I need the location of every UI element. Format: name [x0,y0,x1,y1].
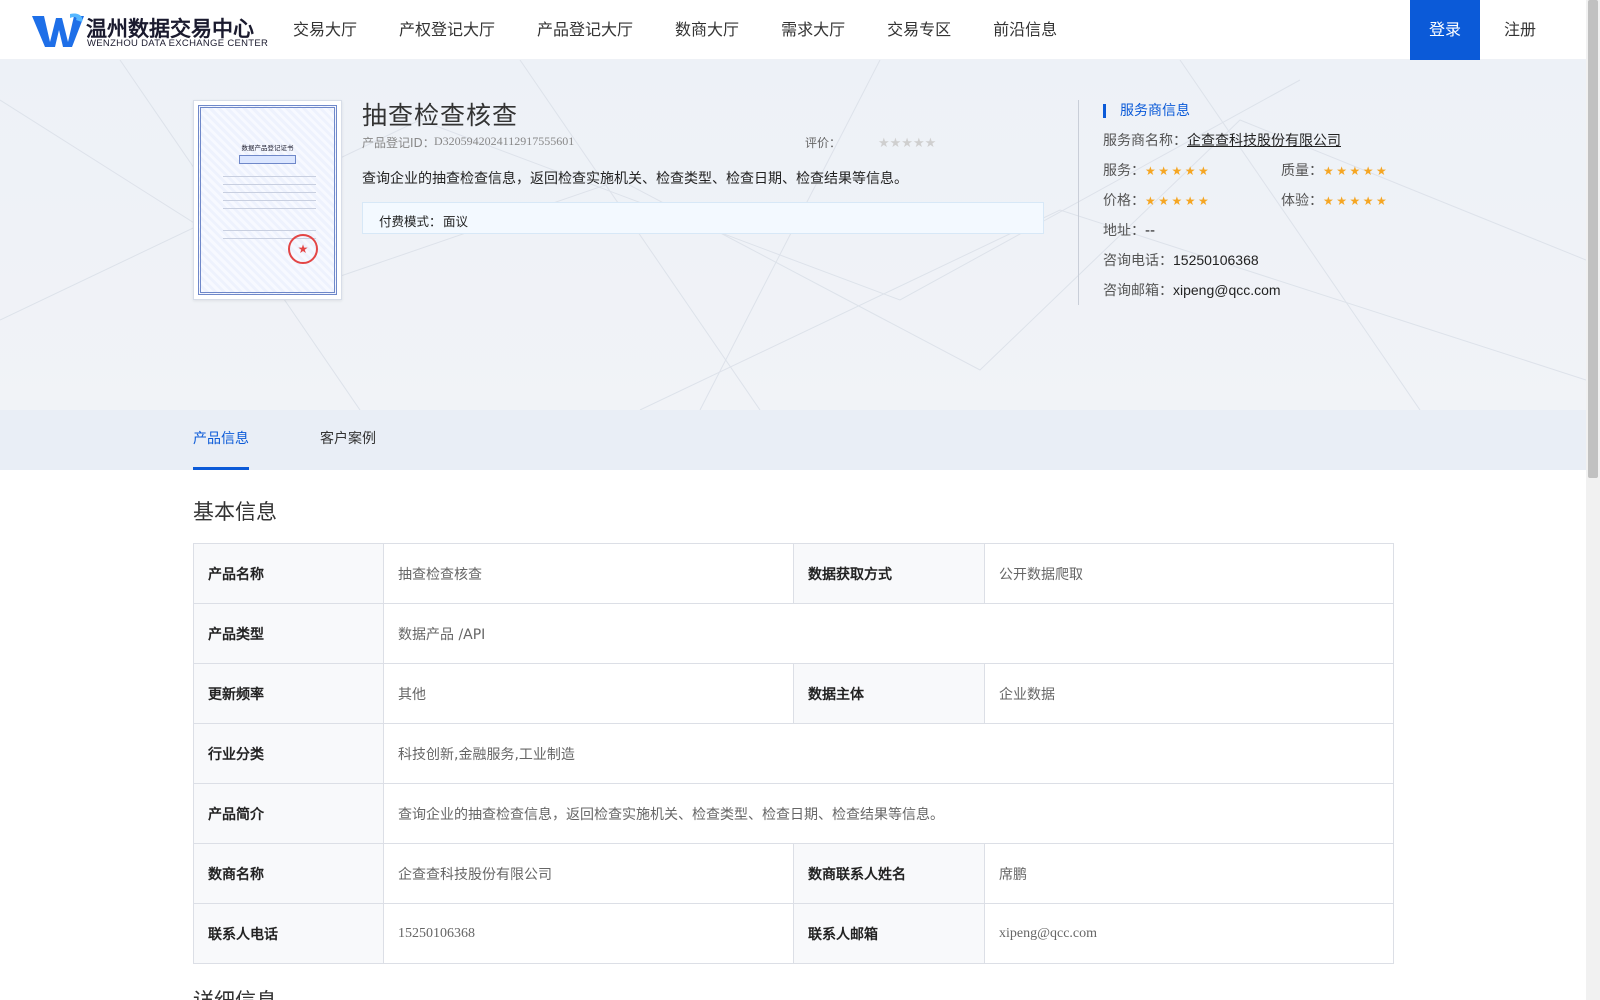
product-title: 抽查检查核查 [362,101,519,130]
hero-divider [1078,100,1079,305]
product-summary-value: 查询企业的抽查检查信息，返回检查实施机关、检查类型、检查日期、检查结果等信息。 [383,783,1394,844]
main-nav: 交易大厅 产权登记大厅 产品登记大厅 数商大厅 需求大厅 交易专区 前沿信息 [272,0,1078,60]
service-stars-icon: ★★★★★ [1145,164,1212,178]
contact-email-value: xipeng@qcc.com [984,903,1394,964]
rating-label: 评价： [805,136,842,150]
merchant-contact-label: 数商联系人姓名 [793,843,985,904]
provider-phone-row: 咨询电话：15250106368 [1103,250,1259,270]
rating-stars-icon: ★★★★★ [878,136,937,151]
tab-product-info[interactable]: 产品信息 [193,410,249,470]
certificate-border: 数据产品登记证书 ★ [198,105,337,295]
certificate-line [223,208,316,209]
table-row: 更新频率 其他 数据主体 企业数据 [193,663,1394,724]
product-description: 查询企业的抽查检查信息，返回检查实施机关、检查类型、检查日期、检查结果等信息。 [362,171,908,187]
nav-trading-hall[interactable]: 交易大厅 [272,0,378,60]
merchant-name-label: 数商名称 [193,843,384,904]
provider-name-row: 服务商名称：企查查科技股份有限公司 [1103,130,1341,150]
provider-quality-rating: 质量：★★★★★ [1281,160,1389,180]
data-acquisition-value: 公开数据爬取 [984,543,1394,604]
certificate-line [223,192,316,193]
price-rating-label: 价格： [1103,193,1145,209]
table-row: 联系人电话 15250106368 联系人邮箱 xipeng@qcc.com [193,903,1394,964]
experience-rating-label: 体验： [1281,193,1323,209]
fee-mode-value: 面议 [443,214,469,229]
experience-stars-icon: ★★★★★ [1323,194,1390,208]
product-id-label: 产品登记ID： [362,136,435,150]
product-summary-label: 产品简介 [193,783,384,844]
merchant-contact-value: 席鹏 [984,843,1394,904]
nav-demand-hall[interactable]: 需求大厅 [760,0,866,60]
fee-mode-box: 付费模式： 面议 [362,202,1044,234]
phone-label: 咨询电话： [1103,253,1173,269]
product-name-value: 抽查检查核查 [383,543,794,604]
data-subject-label: 数据主体 [793,663,985,724]
logo-text-en: WENZHOU DATA EXCHANGE CENTER [87,38,269,49]
provider-heading: 服务商信息 [1120,103,1190,119]
email-label: 咨询邮箱： [1103,283,1173,299]
certificate-line [223,184,316,185]
certificate-seal-icon: ★ [288,234,318,264]
site-logo[interactable]: 温州数据交易中心 WENZHOU DATA EXCHANGE CENTER [30,11,268,51]
nav-frontier-info[interactable]: 前沿信息 [972,0,1078,60]
provider-email-row: 咨询邮箱：xipeng@qcc.com [1103,280,1281,300]
certificate-subtitle-box [239,155,296,164]
logo-icon [32,13,84,47]
provider-address-row: 地址：-- [1103,220,1155,240]
data-subject-value: 企业数据 [984,663,1394,724]
update-frequency-label: 更新频率 [193,663,384,724]
contact-phone-label: 联系人电话 [193,903,384,964]
top-header: 温州数据交易中心 WENZHOU DATA EXCHANGE CENTER 交易… [0,0,1586,60]
provider-name-link[interactable]: 企查查科技股份有限公司 [1187,133,1341,149]
data-acquisition-label: 数据获取方式 [793,543,985,604]
address-label: 地址： [1103,223,1145,239]
table-row: 产品简介 查询企业的抽查检查信息，返回检查实施机关、检查类型、检查日期、检查结果… [193,783,1394,844]
provider-experience-rating: 体验：★★★★★ [1281,190,1389,210]
detail-info-title: 详细信息 [193,985,277,1000]
industry-category-value: 科技创新,金融服务,工业制造 [383,723,1394,784]
scrollbar-thumb[interactable] [1588,0,1598,478]
table-row: 数商名称 企查查科技股份有限公司 数商联系人姓名 席鹏 [193,843,1394,904]
merchant-name-value: 企查查科技股份有限公司 [383,843,794,904]
product-type-label: 产品类型 [193,603,384,664]
table-row: 行业分类 科技创新,金融服务,工业制造 [193,723,1394,784]
product-tabs: 产品信息 客户案例 [0,410,1586,470]
provider-service-rating: 服务：★★★★★ [1103,160,1211,180]
price-stars-icon: ★★★★★ [1145,194,1212,208]
register-button[interactable]: 注册 [1485,0,1555,60]
certificate-title: 数据产品登记证书 [241,144,294,152]
certificate-line [223,230,316,231]
registration-certificate-image[interactable]: 数据产品登记证书 ★ [193,100,342,300]
certificate-line [223,200,316,201]
tab-customer-cases[interactable]: 客户案例 [320,410,376,470]
basic-info-title: 基本信息 [193,500,277,524]
nav-product-registration-hall[interactable]: 产品登记大厅 [516,0,654,60]
address-value: -- [1145,223,1156,239]
provider-name-label: 服务商名称： [1103,133,1187,149]
nav-trading-zone[interactable]: 交易专区 [866,0,972,60]
phone-value: 15250106368 [1173,252,1259,268]
contact-email-label: 联系人邮箱 [793,903,985,964]
product-name-label: 产品名称 [193,543,384,604]
certificate-line [223,176,316,177]
nav-property-registration-hall[interactable]: 产权登记大厅 [378,0,516,60]
product-hero: 数据产品登记证书 ★ 抽查检查核查 产品登记ID： D3205942024112… [0,60,1586,410]
service-rating-label: 服务： [1103,163,1145,179]
email-value: xipeng@qcc.com [1173,282,1281,298]
update-frequency-value: 其他 [383,663,794,724]
basic-info-table: 产品名称 抽查检查核查 数据获取方式 公开数据爬取 产品类型 数据产品 /API… [193,543,1394,964]
contact-phone-value: 15250106368 [383,903,794,964]
page-scrollbar[interactable] [1586,0,1600,1000]
fee-mode-label: 付费模式： [379,214,442,229]
product-type-value: 数据产品 /API [383,603,1394,664]
provider-heading-marker [1103,104,1106,118]
quality-stars-icon: ★★★★★ [1323,164,1390,178]
table-row: 产品类型 数据产品 /API [193,603,1394,664]
quality-rating-label: 质量： [1281,163,1323,179]
product-id: D3205942024112917555601 [434,134,575,148]
table-row: 产品名称 抽查检查核查 数据获取方式 公开数据爬取 [193,543,1394,604]
login-button[interactable]: 登录 [1410,0,1480,60]
industry-category-label: 行业分类 [193,723,384,784]
nav-data-merchant-hall[interactable]: 数商大厅 [654,0,760,60]
provider-price-rating: 价格：★★★★★ [1103,190,1211,210]
